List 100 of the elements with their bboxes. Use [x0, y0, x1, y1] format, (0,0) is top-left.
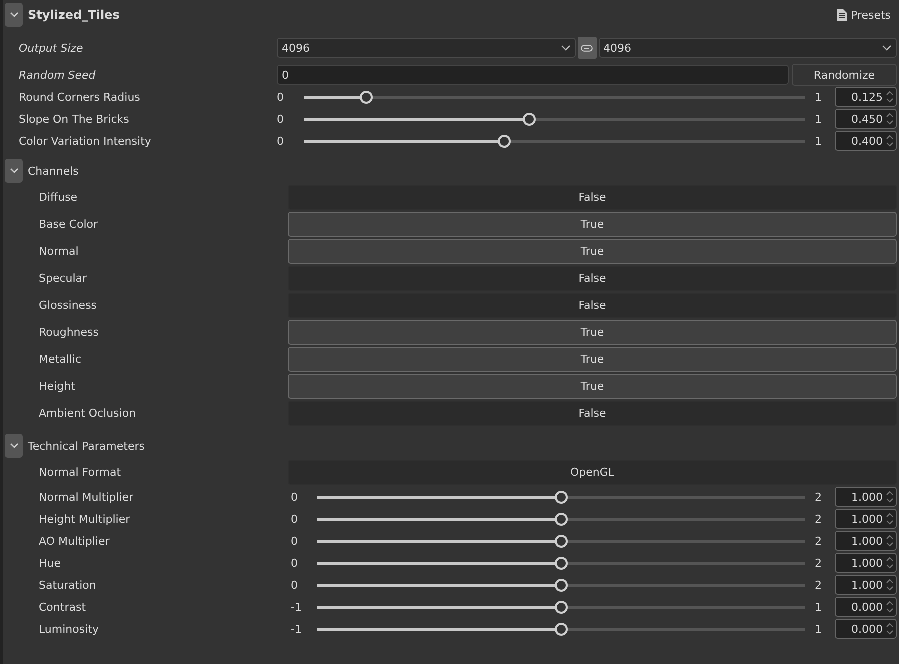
stepper-icon [886, 512, 894, 526]
slider-max: 2 [815, 578, 823, 592]
slider-min: 0 [291, 512, 299, 526]
parameter-label: Hue [38, 556, 62, 570]
parameter-label: Normal Format [38, 466, 122, 479]
slider-thumb[interactable] [554, 578, 568, 592]
parameter-label: Diffuse [38, 191, 79, 204]
spin-box[interactable]: 1.000 [835, 531, 897, 551]
height-dropdown[interactable]: 4096 [598, 38, 897, 58]
parameter-label: AO Multiplier [38, 534, 111, 548]
seed-field[interactable]: 0 [277, 65, 789, 85]
parameter-label: Saturation [38, 578, 98, 592]
slider-thumb[interactable] [522, 112, 536, 126]
stepper-icon [886, 622, 894, 636]
parameter-label: Luminosity [38, 622, 100, 636]
spin-box[interactable]: 1.000 [835, 575, 897, 595]
toggle-button[interactable]: False [288, 401, 897, 426]
toggle-button[interactable]: True [288, 374, 897, 399]
slider-min: 0 [291, 578, 299, 592]
stepper-icon [886, 600, 894, 614]
toggle-button[interactable]: True [288, 347, 897, 372]
collapse-button[interactable] [5, 434, 23, 458]
slider-thumb[interactable] [554, 534, 568, 548]
slider-min: -1 [291, 600, 303, 614]
slider-max: 2 [815, 556, 823, 570]
slider-max: 1 [815, 90, 823, 104]
width-dropdown[interactable]: 4096 [277, 38, 576, 58]
section-title: Channels [28, 164, 80, 178]
toggle-button[interactable]: True [288, 320, 897, 345]
parameter-label: Ambient Oclusion [38, 407, 138, 420]
parameter-label: Base Color [38, 218, 100, 231]
stepper-icon [886, 90, 894, 104]
slider-thumb[interactable] [498, 134, 511, 148]
toggle-button[interactable]: False [288, 293, 897, 318]
parameter-label: Color Variation Intensity [18, 134, 152, 148]
spin-box[interactable]: 1.000 [835, 509, 897, 529]
collapse-button[interactable] [5, 159, 23, 183]
parameter-label: Slope On The Bricks [18, 112, 130, 126]
toggle-button[interactable]: True [288, 239, 897, 264]
slider-max: 2 [815, 512, 823, 526]
stepper-icon [886, 578, 894, 592]
spin-box[interactable]: 0.450 [835, 109, 897, 129]
document-icon [836, 9, 847, 21]
slider-min: 0 [277, 90, 285, 104]
stepper-icon [886, 556, 894, 570]
chevron-down-icon [560, 45, 570, 51]
randomize-button[interactable]: Randomize [792, 64, 897, 86]
stepper-icon [886, 490, 894, 504]
spin-box[interactable]: 0.125 [835, 87, 897, 107]
chevron-icon [10, 168, 18, 174]
parameter-label: Height Multiplier [38, 512, 132, 526]
slider-min: 0 [277, 134, 285, 148]
slider-thumb[interactable] [554, 490, 568, 504]
slider-max: 2 [815, 490, 823, 504]
parameter-label: Round Corners Radius [18, 90, 142, 104]
slider-thumb[interactable] [554, 600, 568, 614]
parameter-label: Normal [38, 245, 80, 258]
slider-min: 0 [291, 556, 299, 570]
link-button[interactable] [578, 37, 596, 59]
stepper-icon [886, 112, 894, 126]
slider-max: 1 [815, 134, 823, 148]
toggle-button[interactable]: True [288, 212, 897, 237]
spin-box[interactable]: 0.000 [835, 597, 897, 617]
spin-box[interactable]: 1.000 [835, 487, 897, 507]
slider-max: 1 [815, 622, 823, 636]
chevron-icon [10, 443, 18, 449]
spin-box[interactable]: 0.400 [835, 131, 897, 151]
spin-box[interactable]: 1.000 [835, 553, 897, 573]
chevron-down-icon [882, 45, 892, 51]
slider-thumb[interactable] [554, 512, 568, 526]
link-icon [581, 44, 593, 52]
parameter-label: Normal Multiplier [38, 490, 135, 504]
presets-button[interactable]: Presets [836, 8, 891, 22]
chevron-icon [10, 12, 18, 18]
spin-box[interactable]: 0.000 [835, 619, 897, 639]
slider-thumb[interactable] [554, 556, 568, 570]
parameter-label: Output Size [18, 42, 84, 54]
stepper-icon [886, 534, 894, 548]
slider-min: -1 [291, 622, 303, 636]
parameter-label: Specular [38, 272, 88, 285]
parameter-label: Glossiness [38, 299, 98, 312]
slider-min: 0 [277, 112, 285, 126]
stepper-icon [886, 134, 894, 148]
slider-thumb[interactable] [360, 90, 374, 104]
slider-max: 2 [815, 534, 823, 548]
toggle-button[interactable]: OpenGL [288, 460, 897, 485]
toggle-button[interactable]: False [288, 185, 897, 210]
slider-min: 0 [291, 490, 299, 504]
parameter-label: Height [38, 380, 76, 393]
collapse-button[interactable] [5, 3, 23, 27]
slider-max: 1 [815, 600, 823, 614]
panel-title: Stylized_Tiles [28, 8, 121, 22]
parameter-label: Roughness [38, 326, 100, 339]
slider-thumb[interactable] [554, 622, 568, 636]
slider-min: 0 [291, 534, 299, 548]
parameter-label: Contrast [38, 600, 88, 614]
parameter-label: Metallic [38, 353, 83, 366]
toggle-button[interactable]: False [288, 266, 897, 291]
slider-max: 1 [815, 112, 823, 126]
section-title: Technical Parameters [28, 440, 146, 452]
